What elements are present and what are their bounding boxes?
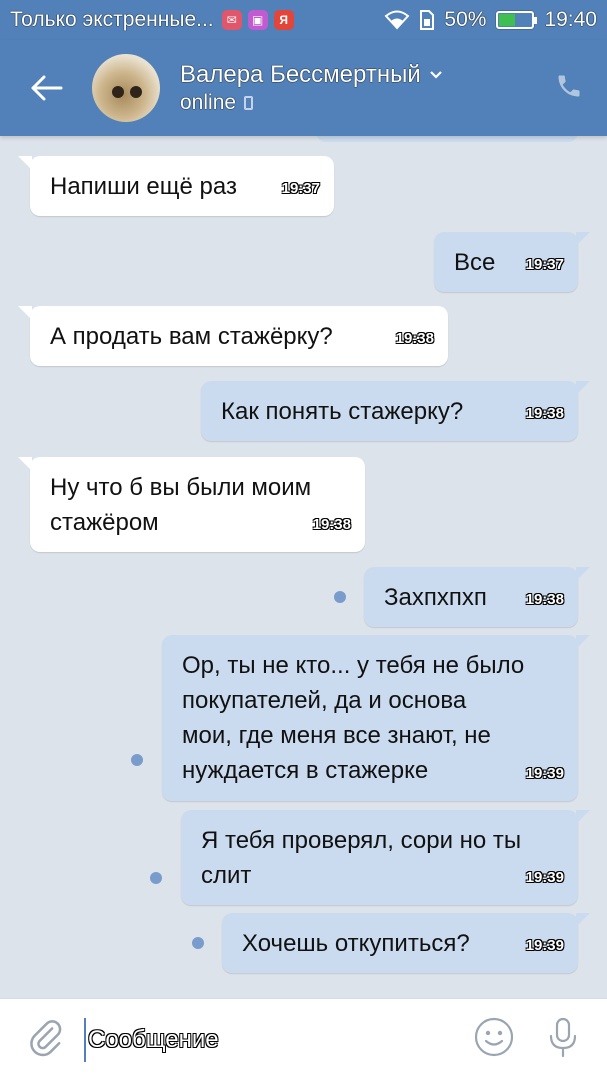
emoji-button[interactable] (473, 1016, 515, 1063)
unread-indicator (334, 591, 346, 603)
contact-info[interactable]: Валера Бессмертный online (180, 61, 443, 115)
unread-indicator (150, 871, 162, 884)
outgoing-message[interactable]: Все 19:37 (434, 232, 590, 292)
message-time: 19:38 (395, 330, 434, 347)
incoming-message[interactable]: А продать вам стажёрку? 19:38 (18, 306, 448, 366)
attach-button[interactable] (28, 1017, 62, 1062)
yandex-app-icon: Я (273, 10, 294, 30)
incoming-message[interactable]: Ну что б вы были моим стажёром 19:38 (18, 457, 365, 552)
message-text: А продать вам стажёрку? (50, 323, 333, 350)
message-time: 19:38 (312, 516, 351, 533)
message-time: 19:39 (525, 937, 564, 954)
message-time: 19:39 (525, 869, 564, 886)
chevron-down-icon (429, 71, 442, 79)
message-text: Напиши ещё раз (50, 173, 237, 200)
call-button[interactable] (555, 72, 583, 105)
status-bar: Только экстренные... ✉ ▣ Я 50% 19:40 (0, 0, 607, 40)
message-time: 19:37 (281, 180, 320, 197)
mail-app-icon: ✉ (221, 10, 242, 30)
gallery-app-icon: ▣ (247, 10, 268, 30)
unread-indicator (131, 754, 143, 766)
message-text: Ор, ты не кто... у тебя не было покупате… (182, 652, 525, 784)
voice-message-button[interactable] (547, 1016, 579, 1063)
notification-app-icons: ✉ ▣ Я (221, 10, 294, 30)
notification-mode-text: Только экстренные... (10, 8, 214, 31)
message-list[interactable]: Напиши ещё раз 19:37 Все 19:37 А продать вам… (0, 136, 607, 998)
phone-icon (558, 75, 580, 96)
chat-header: Валера Бессмертный online (0, 40, 607, 136)
paperclip-icon (30, 1020, 62, 1057)
message-text: Ну что б вы были моим стажёром (50, 474, 312, 536)
outgoing-message[interactable]: Хочешь откупиться? 19:39 (222, 913, 590, 973)
mobile-device-icon (244, 96, 254, 110)
outgoing-message[interactable]: Я тебя проверял, сори но ты слит 19:39 (181, 810, 590, 905)
outgoing-message[interactable]: Как понять стажерку? 19:38 (201, 381, 590, 441)
message-time: 19:37 (525, 256, 564, 273)
battery-percent: 50% (444, 8, 487, 31)
message-input[interactable]: Сообщение (84, 1017, 424, 1062)
message-text: Хочешь откупиться? (242, 930, 470, 957)
message-text: Захпхпхп (384, 584, 487, 611)
message-composer: Сообщение (0, 998, 607, 1080)
back-button[interactable] (16, 58, 76, 118)
message-text: Все (454, 249, 496, 276)
contact-status: online (180, 91, 237, 114)
message-time: 19:38 (525, 405, 564, 422)
clock: 19:40 (544, 8, 597, 31)
smiley-icon (474, 1017, 514, 1057)
battery-icon (496, 11, 538, 29)
outgoing-message[interactable]: Захпхпхп 19:38 (364, 567, 590, 627)
incoming-message[interactable]: Напиши ещё раз 19:37 (18, 156, 334, 216)
unread-indicator (192, 937, 204, 949)
sim-card-icon (420, 10, 435, 30)
outgoing-message[interactable]: Ор, ты не кто... у тебя не было покупате… (162, 635, 590, 801)
avatar[interactable] (92, 54, 160, 122)
message-text: Как понять стажерку? (221, 398, 464, 425)
message-time: 19:38 (525, 591, 564, 608)
previous-message-fragment (316, 136, 578, 142)
wifi-icon (384, 10, 410, 30)
message-text: Я тебя проверял, сори но ты слит (201, 827, 522, 889)
back-arrow-icon (31, 75, 63, 101)
message-input-placeholder: Сообщение (88, 1025, 219, 1053)
microphone-icon (549, 1017, 577, 1058)
message-time: 19:39 (525, 765, 564, 782)
contact-name: Валера Бессмертный (180, 61, 421, 88)
